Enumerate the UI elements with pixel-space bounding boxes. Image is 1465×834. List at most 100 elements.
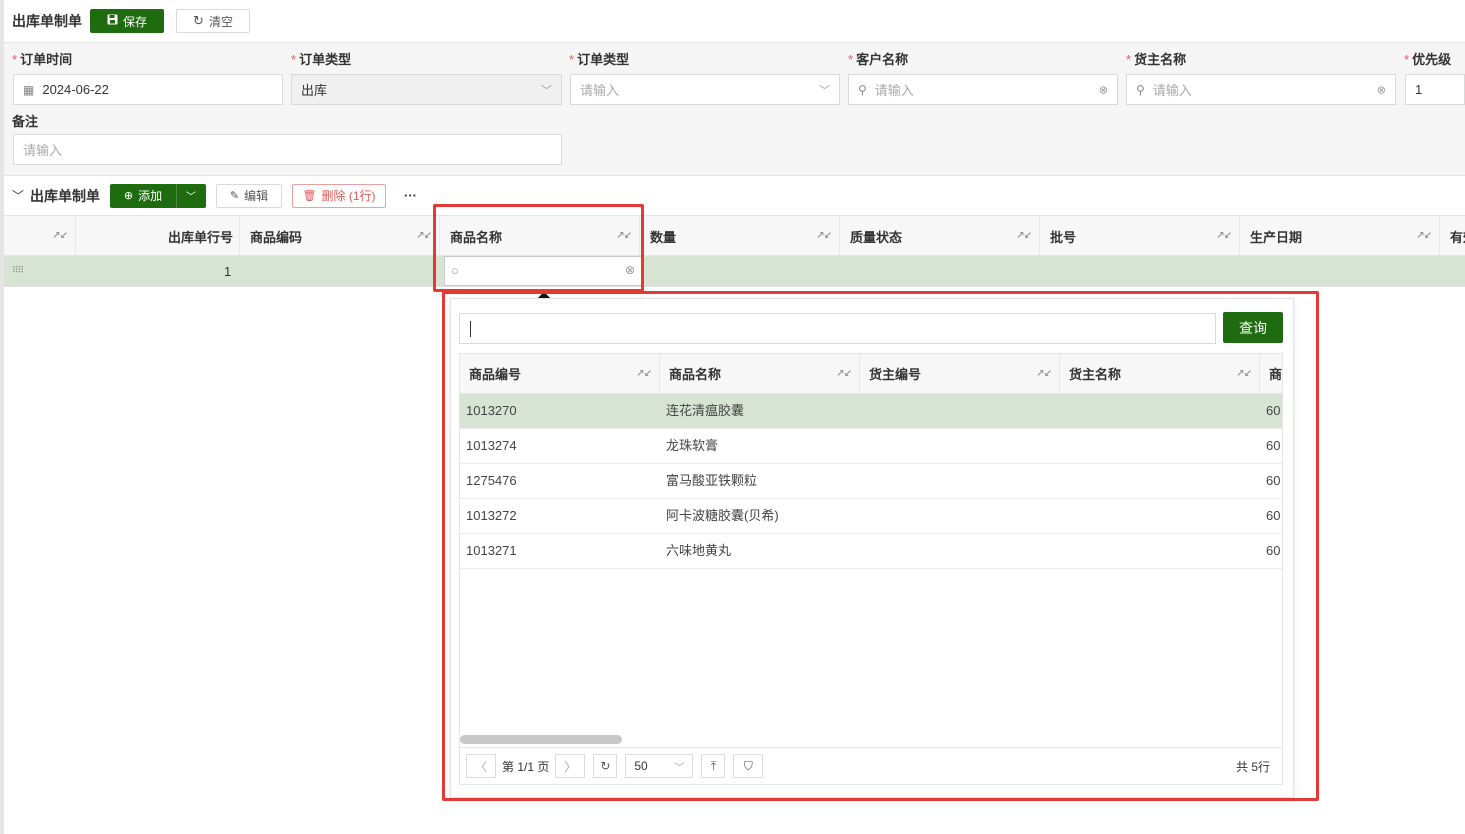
clear-circle-icon[interactable]: ⊗ (1099, 83, 1108, 96)
trash-icon: 🗑 (302, 190, 317, 202)
chevron-down-icon: ﹀ (674, 762, 685, 774)
calendar-icon: ▦ (23, 82, 35, 97)
plus-circle-icon: ⊕ (123, 190, 134, 202)
product-table: 商品编号 ↗↙ 商品名称 ↗↙ 货主编号 ↗↙ 货主名称 ↗↙ 商 1013270 连花… (459, 353, 1283, 748)
col-header-quantity[interactable]: 数量 ↗↙ (640, 216, 840, 256)
export-icon[interactable]: ⤒ (701, 754, 726, 778)
product-row[interactable]: 1013272 阿卡波糖胶囊(贝希) 60 (460, 499, 1282, 534)
top-toolbar: 出库单制单 保存 ↻ 清空 (4, 0, 1465, 43)
shrink-icon[interactable]: ↗↙ (836, 368, 852, 379)
page-size-select[interactable]: 50 ﹀ (625, 754, 694, 778)
chevron-down-icon: ﹀ (819, 84, 830, 97)
order-form: * 订单时间 ▦ 2024-06-22 * 订单类型 出库 ﹀ * 订单类型 请输入 … (4, 43, 1465, 176)
col-header-product-name[interactable]: 商品名称 ↗↙ (440, 216, 640, 256)
product-code: 1013272 (466, 508, 517, 523)
product-row[interactable]: 1275476 富马酸亚铁颗粒 60 (460, 464, 1282, 499)
prev-page-button[interactable]: 〈 (466, 754, 496, 778)
popup-search-input[interactable] (459, 313, 1216, 344)
query-button[interactable]: 查询 (1223, 312, 1283, 343)
product-name: 连花清瘟胶囊 (666, 403, 745, 418)
product-name-cell-input[interactable]: ○ ⊗ (444, 256, 642, 286)
more-button[interactable]: ··· (404, 188, 417, 203)
clear-circle-icon[interactable]: ⊗ (625, 263, 635, 277)
shrink-icon[interactable]: ↗↙ (616, 231, 632, 242)
product-name: 龙珠软膏 (666, 438, 719, 453)
page: 出库单制单 保存 ↻ 清空 * 订单时间 ▦ 2024-06-22 * 订单类型 出… (0, 0, 1465, 834)
product-code: 1013274 (466, 438, 517, 453)
shrink-icon[interactable]: ↗↙ (1416, 231, 1432, 242)
product-code: 1013270 (466, 403, 517, 418)
pcol-owner-code[interactable]: 货主编号 ↗↙ (860, 354, 1060, 393)
shrink-icon[interactable]: ↗↙ (1216, 231, 1232, 242)
product-row[interactable]: 1013274 龙珠软膏 60 (460, 429, 1282, 464)
add-label: 添加 (138, 189, 163, 203)
clear-button[interactable]: ↻ 清空 (176, 9, 250, 33)
priority-label: * 优先级 (1404, 52, 1452, 67)
add-dropdown-button[interactable]: ﹀ (176, 183, 207, 208)
text-caret (470, 321, 471, 337)
col-header-production-date[interactable]: 生产日期 ↗↙ (1240, 216, 1440, 256)
save-label: 保存 (122, 14, 147, 29)
order-type-select[interactable]: 出库 ﹀ (291, 74, 562, 105)
filter-icon[interactable]: ⛉ (733, 754, 764, 778)
col-header-product-code[interactable]: 商品编码 ↗↙ (240, 216, 440, 256)
add-button[interactable]: ⊕ 添加 (110, 183, 177, 208)
product-name: 六味地黄丸 (666, 543, 732, 558)
save-icon (107, 14, 118, 28)
customer-input[interactable]: ⚲ 请输入 ⊗ (848, 74, 1118, 105)
product-extra: 60 (1266, 403, 1281, 418)
page-title: 出库单制单 (12, 13, 82, 29)
next-page-button[interactable]: 〉 (555, 754, 586, 778)
pcol-more[interactable]: 商 (1260, 354, 1282, 393)
shrink-icon[interactable]: ↗↙ (1236, 368, 1252, 379)
shrink-icon[interactable]: ↗↙ (52, 231, 68, 242)
search-icon: ⚲ (1136, 82, 1145, 97)
horizontal-scrollbar[interactable] (460, 735, 622, 744)
product-extra: 60 (1266, 543, 1281, 558)
product-name: 阿卡波糖胶囊(贝希) (666, 508, 779, 523)
refresh-icon[interactable]: ↻ (593, 754, 618, 778)
drag-handle-icon[interactable]: ⠿⠿ (12, 265, 24, 276)
edit-label: 编辑 (244, 189, 269, 203)
pcol-owner-name[interactable]: 货主名称 ↗↙ (1060, 354, 1260, 393)
edit-button[interactable]: ✎ 编辑 (216, 183, 283, 208)
shrink-icon[interactable]: ↗↙ (1036, 368, 1052, 379)
product-row[interactable]: 1013271 六味地黄丸 60 (460, 534, 1282, 569)
refresh-icon: ↻ (193, 13, 204, 28)
delete-label: 删除 (1行) (321, 189, 376, 203)
page-indicator: 第 1/1 页 (502, 759, 550, 774)
pcol-product-code[interactable]: 商品编号 ↗↙ (460, 354, 660, 393)
product-picker-popup: 查询 商品编号 ↗↙ 商品名称 ↗↙ 货主编号 ↗↙ 货主名称 ↗↙ 商 1013270… (450, 298, 1294, 798)
edit-icon: ✎ (229, 190, 240, 202)
col-header-line-no[interactable]: 出库单行号 (76, 216, 240, 256)
owner-label: * 货主名称 (1126, 52, 1187, 67)
remark-input[interactable]: 请输入 (13, 134, 562, 165)
order-type2-label: * 订单类型 (569, 52, 630, 67)
clear-circle-icon[interactable]: ⊗ (1377, 83, 1386, 96)
product-row[interactable]: 1013270 连花清瘟胶囊 60 (460, 394, 1282, 429)
shrink-icon[interactable]: ↗↙ (1016, 231, 1032, 242)
collapse-chevron-icon[interactable]: ﹀ (12, 187, 24, 204)
shrink-icon[interactable]: ↗↙ (816, 231, 832, 242)
pcol-product-name[interactable]: 商品名称 ↗↙ (660, 354, 860, 393)
priority-input[interactable]: 1 (1405, 74, 1465, 105)
delete-button[interactable]: 🗑 删除 (1行) (292, 183, 387, 208)
chevron-down-icon: ﹀ (541, 84, 552, 97)
order-time-field[interactable]: ▦ 2024-06-22 (13, 74, 283, 105)
col-header-quality[interactable]: 质量状态 ↗↙ (840, 216, 1040, 256)
product-extra: 60 (1266, 508, 1281, 523)
search-icon: ⚲ (858, 82, 867, 97)
order-type2-select[interactable]: 请输入 ﹀ (570, 74, 840, 105)
order-type-label: * 订单类型 (291, 52, 352, 67)
product-name: 富马酸亚铁颗粒 (666, 473, 758, 488)
grid-checkbox-column: ↗↙ (4, 216, 76, 256)
product-extra: 60 (1266, 473, 1281, 488)
owner-input[interactable]: ⚲ 请输入 ⊗ (1126, 74, 1396, 105)
shrink-icon[interactable]: ↗↙ (416, 231, 432, 242)
col-header-expiry[interactable]: 有效 (1440, 216, 1465, 256)
shrink-icon[interactable]: ↗↙ (636, 368, 652, 379)
col-header-batch[interactable]: 批号 ↗↙ (1040, 216, 1240, 256)
table-row[interactable]: ⠿⠿ 1 (4, 256, 1465, 287)
order-time-label: * 订单时间 (12, 52, 73, 67)
save-button[interactable]: 保存 (90, 9, 164, 33)
